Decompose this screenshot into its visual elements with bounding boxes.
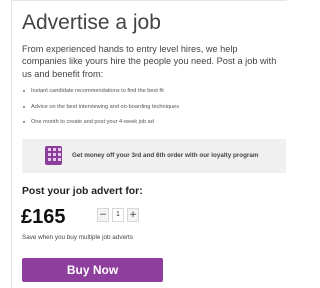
quantity-field[interactable]: 1 [112, 208, 124, 222]
buy-now-button[interactable]: Buy Now [22, 258, 163, 282]
decrement-button[interactable]: − [97, 208, 109, 222]
benefits-list: Instant candidate recommendations to fin… [22, 87, 179, 134]
benefit-label: One month to create and post your 4-week… [31, 119, 154, 125]
loyalty-text: Get money off your 3rd and 6th order wit… [72, 152, 259, 159]
benefit-item: Advice on the best interviewing and on-b… [22, 103, 179, 111]
benefit-label: Advice on the best interviewing and on-b… [31, 103, 180, 110]
increment-button[interactable]: + [127, 208, 139, 222]
quantity-stepper: − 1 + [97, 208, 139, 222]
bullet-icon [23, 90, 25, 92]
loyalty-banner: Get money off your 3rd and 6th order wit… [22, 139, 286, 173]
bullet-icon [23, 121, 25, 123]
page-title: Advertise a job [22, 11, 161, 34]
price-value: £165 [21, 206, 66, 228]
advertise-job-panel: Advertise a job From experienced hands t… [11, 0, 287, 288]
intro-text: From experienced hands to entry level hi… [22, 44, 277, 79]
benefit-item: Instant candidate recommendations to fin… [22, 87, 179, 95]
price-heading: Post your job advert for: [22, 186, 143, 197]
loyalty-card-icon [45, 146, 62, 165]
benefit-item: One month to create and post your 4-week… [22, 118, 179, 126]
multi-buy-note: Save when you buy multiple job adverts [22, 234, 133, 241]
benefit-label: Instant candidate recommendations to fin… [31, 88, 164, 94]
bullet-icon [23, 105, 25, 108]
